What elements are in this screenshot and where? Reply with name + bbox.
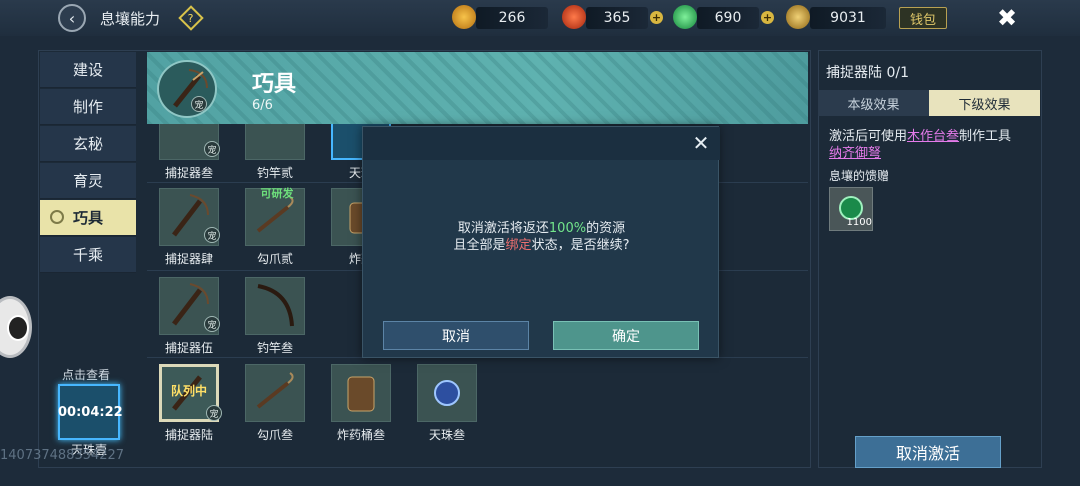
list-item[interactable]: 宠 捕捉器肆 — [149, 188, 229, 268]
sidebar-item-build[interactable]: 建设 — [40, 52, 136, 88]
list-item[interactable]: 可研发 勾爪贰 — [235, 187, 315, 268]
chevron-left-icon: ‹ — [68, 8, 76, 28]
trap-icon: 宠 — [159, 124, 220, 160]
reward-count: 1100 — [846, 217, 872, 228]
dialog-message-line2: 且全部是绑定状态，是否继续? — [453, 238, 630, 253]
category-count: 6/6 — [252, 98, 273, 113]
resource-jade: 690 — [697, 7, 759, 29]
grappling-hook-icon — [245, 364, 305, 422]
dialog-close-button[interactable]: ✕ — [689, 131, 713, 155]
red-orb-icon — [562, 5, 586, 29]
help-icon: ? — [188, 11, 194, 25]
effect-description-2: 纳齐御弩 — [829, 142, 881, 161]
list-item[interactable]: 勾爪叁 — [235, 364, 315, 444]
penguin-float-button[interactable] — [0, 296, 32, 358]
powder-barrel-icon — [331, 364, 391, 422]
detail-title: 捕捉器陆 0/1 — [826, 65, 909, 81]
pet-badge-icon: 宠 — [204, 316, 220, 332]
sidebar-item-craft[interactable]: 制作 — [40, 89, 136, 125]
dialog-confirm-button[interactable]: 确定 — [553, 321, 699, 350]
pet-badge-icon: 宠 — [204, 141, 220, 157]
deactivate-button[interactable]: 取消激活 — [855, 436, 1001, 468]
list-item[interactable]: 宠 队列中 捕捉器陆 — [149, 364, 229, 444]
crossbow-link[interactable]: 纳齐御弩 — [829, 146, 881, 161]
fishing-rod-icon — [245, 277, 305, 335]
close-icon: ✕ — [692, 131, 710, 155]
pet-badge-icon: 宠 — [206, 405, 222, 421]
queue-tag: 队列中 — [170, 384, 207, 398]
sidebar-item-nurture[interactable]: 育灵 — [40, 163, 136, 199]
add-red-button[interactable]: + — [650, 11, 663, 24]
jade-icon — [673, 5, 697, 29]
sidebar-item-vehicles[interactable]: 千乘 — [40, 237, 136, 273]
list-item[interactable]: 天珠叁 — [407, 364, 487, 444]
leaf-coin-icon — [786, 5, 810, 29]
back-button[interactable]: ‹ — [58, 4, 86, 32]
resource-red: 365 — [586, 7, 648, 29]
list-item[interactable]: 钓竿叁 — [235, 277, 315, 357]
confirm-dialog: ✕ 取消激活将返还100%的资源 且全部是绑定状态，是否继续? 取消 确定 — [362, 126, 720, 358]
list-item[interactable]: 宠 捕捉器伍 — [149, 277, 229, 357]
fishing-rod-icon — [245, 124, 305, 160]
add-jade-button[interactable]: + — [761, 11, 774, 24]
list-item[interactable]: 炸药桶叁 — [321, 364, 401, 444]
check-hint: 点击查看 — [62, 368, 111, 382]
gift-title: 息壤的馈赠 — [829, 169, 890, 183]
tool-category-icon — [50, 210, 64, 224]
pet-badge-icon: 宠 — [191, 96, 207, 112]
page-title: 息壤能力 — [100, 10, 161, 28]
tab-current-effect[interactable]: 本级效果 — [818, 90, 929, 116]
penguin-icon — [7, 315, 29, 341]
queue-timer: 00:04:22 — [58, 405, 123, 420]
category-banner: 宠 巧具 6/6 — [147, 52, 808, 124]
dialog-cancel-button[interactable]: 取消 — [383, 321, 529, 350]
sidebar-item-mystic[interactable]: 玄秘 — [40, 126, 136, 162]
researchable-tag: 可研发 — [260, 187, 294, 200]
resource-gold: 266 — [476, 7, 548, 29]
workbench-link[interactable]: 木作台叁 — [907, 129, 959, 144]
wallet-button[interactable]: 钱包 — [899, 7, 947, 29]
close-icon: ✖ — [996, 4, 1018, 32]
close-button[interactable]: ✖ — [990, 2, 1024, 34]
crossbow-icon: 宠 — [157, 60, 217, 118]
resource-coin: 9031 — [810, 7, 886, 29]
category-title: 巧具 — [252, 72, 297, 97]
list-item[interactable]: 钓竿贰 — [235, 124, 315, 182]
trap-icon: 宠 — [159, 188, 220, 246]
list-item[interactable]: 宠 捕捉器叁 — [149, 124, 229, 182]
tab-next-effect[interactable]: 下级效果 — [929, 90, 1040, 116]
category-sidebar: 建设 制作 玄秘 育灵 巧具 千乘 — [40, 52, 136, 276]
sidebar-item-tools[interactable]: 巧具 — [40, 200, 136, 236]
gold-ingot-icon — [452, 5, 476, 29]
pet-badge-icon: 宠 — [204, 227, 220, 243]
trap-icon: 宠 — [159, 277, 220, 335]
pearl-icon — [417, 364, 477, 422]
uid-watermark: 140737488354227 — [0, 448, 125, 463]
